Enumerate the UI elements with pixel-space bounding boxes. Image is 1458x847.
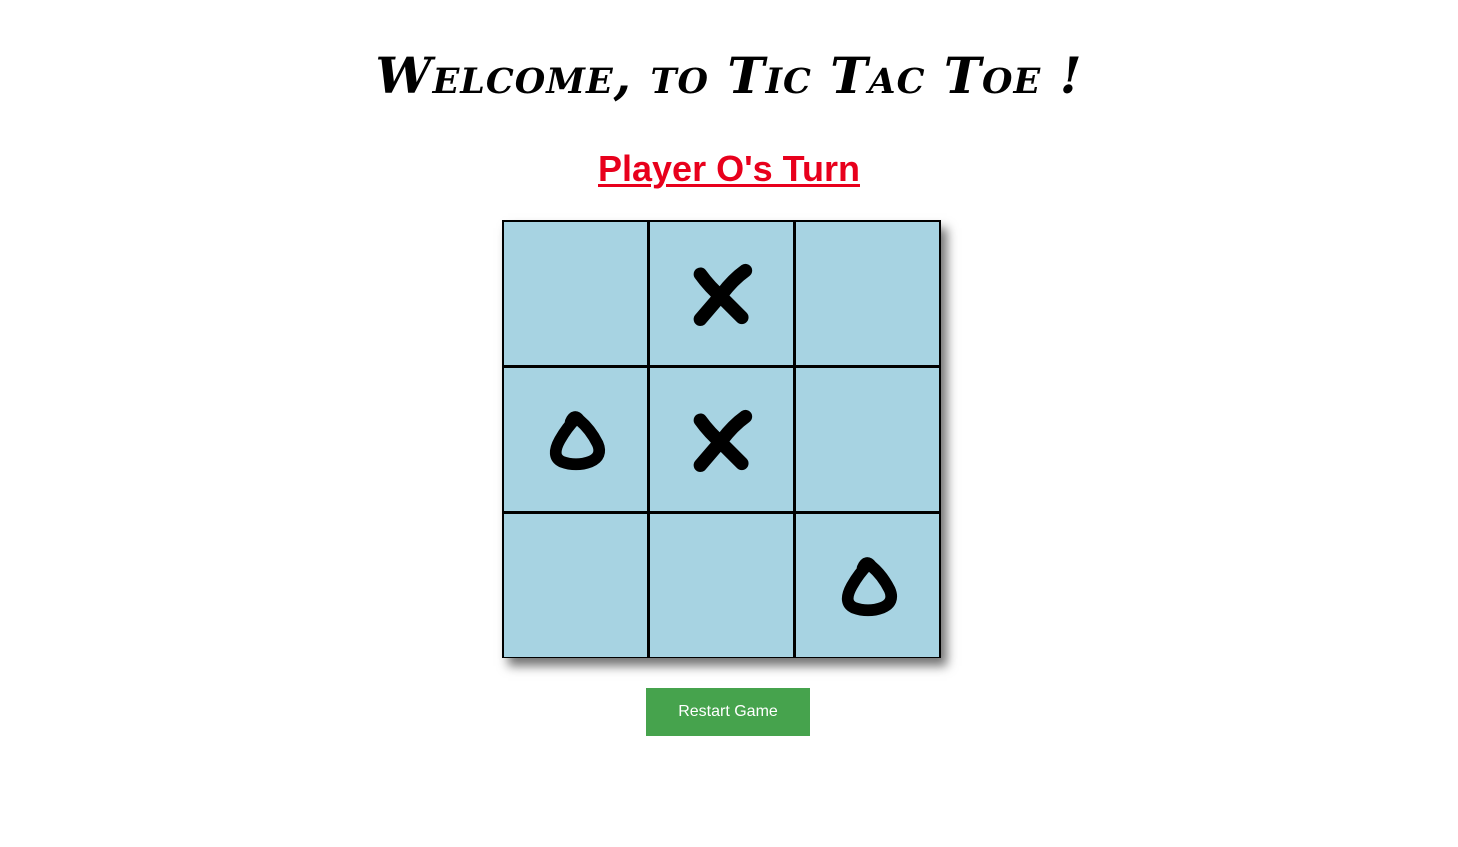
o-mark-icon <box>549 410 605 470</box>
board-cell-6[interactable] <box>796 368 939 511</box>
board-cell-5[interactable] <box>650 368 793 511</box>
turn-indicator: Player O's Turn <box>598 148 860 189</box>
empty-mark <box>531 541 621 631</box>
board-cell-2[interactable] <box>650 222 793 365</box>
board-cell-4[interactable] <box>504 368 647 511</box>
board-cell-9[interactable] <box>796 514 939 657</box>
x-mark-icon <box>693 263 752 326</box>
empty-mark <box>823 249 913 339</box>
board-cell-3[interactable] <box>796 222 939 365</box>
o-stroke <box>549 410 605 470</box>
restart-game-button[interactable]: Restart Game <box>646 688 810 736</box>
x-mark-icon <box>693 409 752 472</box>
o-mark-icon <box>841 556 897 616</box>
empty-mark <box>531 249 621 339</box>
empty-mark <box>823 395 913 485</box>
game-page: Welcome, to Tic Tac Toe ! Player O's Tur… <box>0 0 1458 847</box>
board-cell-8[interactable] <box>650 514 793 657</box>
page-title: Welcome, to Tic Tac Toe ! <box>375 46 1083 105</box>
o-stroke <box>841 556 897 616</box>
board-cell-1[interactable] <box>504 222 647 365</box>
game-board <box>502 220 941 658</box>
board-cell-7[interactable] <box>504 514 647 657</box>
empty-mark <box>677 541 767 631</box>
